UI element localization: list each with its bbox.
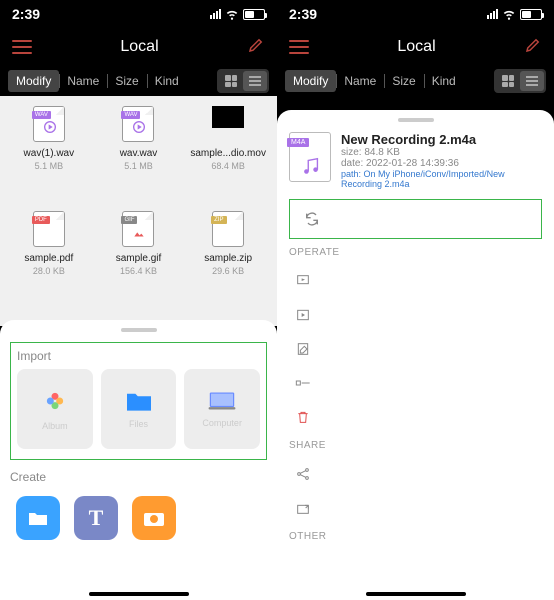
present-icon [295,273,311,289]
sort-options: Modify Name Size Kind [8,70,187,92]
sheet-handle[interactable] [121,328,157,332]
folder-icon [124,389,154,413]
detail-header: M4A New Recording 2.m4a size: 84.8 KB da… [289,132,542,189]
create-label: Create [10,470,267,484]
navbar: Local [0,28,277,66]
grid-view-button[interactable] [496,71,520,91]
signal-icon [487,9,498,19]
sort-name[interactable]: Name [336,70,384,92]
page-title: Local [120,38,158,56]
operate-label: OPERATE [289,247,542,258]
other-label: OTHER [289,531,542,542]
edit-icon[interactable] [524,36,542,59]
file-type-icon: M4A [289,132,331,182]
operate-play[interactable] [289,298,542,332]
view-toggle [217,69,269,93]
sheet-handle[interactable] [398,118,434,122]
folder-new-icon [26,508,50,528]
import-computer[interactable]: Computer [184,369,260,449]
right-screen: 2:39 Local Modify Name Size Kind [277,0,554,600]
share-icon [295,466,311,482]
trash-icon [295,409,311,425]
operate-present[interactable] [289,264,542,298]
sort-bar: Modify Name Size Kind [277,66,554,96]
text-icon: T [89,505,104,531]
status-indicators [487,7,542,21]
import-album[interactable]: Album [17,369,93,449]
photos-icon [41,387,69,415]
import-label: Import [17,349,260,363]
camera-icon [142,508,166,528]
battery-icon [243,9,265,20]
import-files[interactable]: Files [101,369,177,449]
signal-icon [210,9,221,19]
sort-size[interactable]: Size [384,70,423,92]
convert-icon [304,211,320,227]
file-item[interactable]: ZIP sample.zip29.6 KB [183,211,273,316]
detail-size: size: 84.8 KB [341,147,542,158]
convert-action[interactable] [289,199,542,239]
export-icon [295,500,311,516]
create-folder[interactable] [16,496,60,540]
menu-icon[interactable] [12,40,32,54]
sort-kind[interactable]: Kind [424,70,464,92]
music-icon [298,155,324,177]
file-grid: WAV wav(1).wav5.1 MB WAV wav.wav5.1 MB s… [0,96,277,326]
import-sheet: Import Album Files Computer [0,320,277,600]
status-indicators [210,7,265,21]
file-item[interactable]: WAV wav(1).wav5.1 MB [4,106,94,211]
edit-doc-icon [295,341,311,357]
file-item[interactable]: sample...dio.mov68.4 MB [183,106,273,211]
list-icon [249,76,261,86]
edit-icon[interactable] [247,36,265,59]
battery-icon [520,9,542,20]
file-item[interactable]: GIF sample.gif156.4 KB [94,211,184,316]
wifi-icon [225,7,239,21]
share-export[interactable] [289,491,542,525]
create-text[interactable]: T [74,496,118,540]
operate-delete[interactable] [289,400,542,434]
grid-icon [225,75,237,87]
page-title: Local [397,38,435,56]
sort-name[interactable]: Name [59,70,107,92]
list-view-button[interactable] [243,71,267,91]
file-item[interactable]: WAV wav.wav5.1 MB [94,106,184,211]
home-indicator[interactable] [366,592,466,596]
sort-modify[interactable]: Modify [8,70,59,92]
file-item[interactable]: PDF sample.pdf28.0 KB [4,211,94,316]
import-section: Import Album Files Computer [10,342,267,460]
sort-bar: Modify Name Size Kind [0,66,277,96]
sort-size[interactable]: Size [107,70,146,92]
navbar: Local [277,28,554,66]
computer-icon [207,390,237,412]
detail-sheet: M4A New Recording 2.m4a size: 84.8 KB da… [277,110,554,600]
sort-modify[interactable]: Modify [285,70,336,92]
detail-title: New Recording 2.m4a [341,132,542,147]
detail-path: path: On My iPhone/iConv/Imported/New Re… [341,169,542,189]
wifi-icon [502,7,516,21]
sort-kind[interactable]: Kind [147,70,187,92]
create-camera[interactable] [132,496,176,540]
grid-view-button[interactable] [219,71,243,91]
rename-icon [295,375,311,391]
list-view-button[interactable] [520,71,544,91]
status-bar: 2:39 [277,0,554,28]
play-icon [295,307,311,323]
home-indicator[interactable] [89,592,189,596]
operate-rename[interactable] [289,366,542,400]
menu-icon[interactable] [289,40,309,54]
status-bar: 2:39 [0,0,277,28]
share-action[interactable] [289,457,542,491]
share-label: SHARE [289,440,542,451]
left-screen: 2:39 Local Modify Name Size Kind [0,0,277,600]
status-time: 2:39 [12,6,40,22]
detail-date: date: 2022-01-28 14:39:36 [341,158,542,169]
status-time: 2:39 [289,6,317,22]
operate-edit[interactable] [289,332,542,366]
